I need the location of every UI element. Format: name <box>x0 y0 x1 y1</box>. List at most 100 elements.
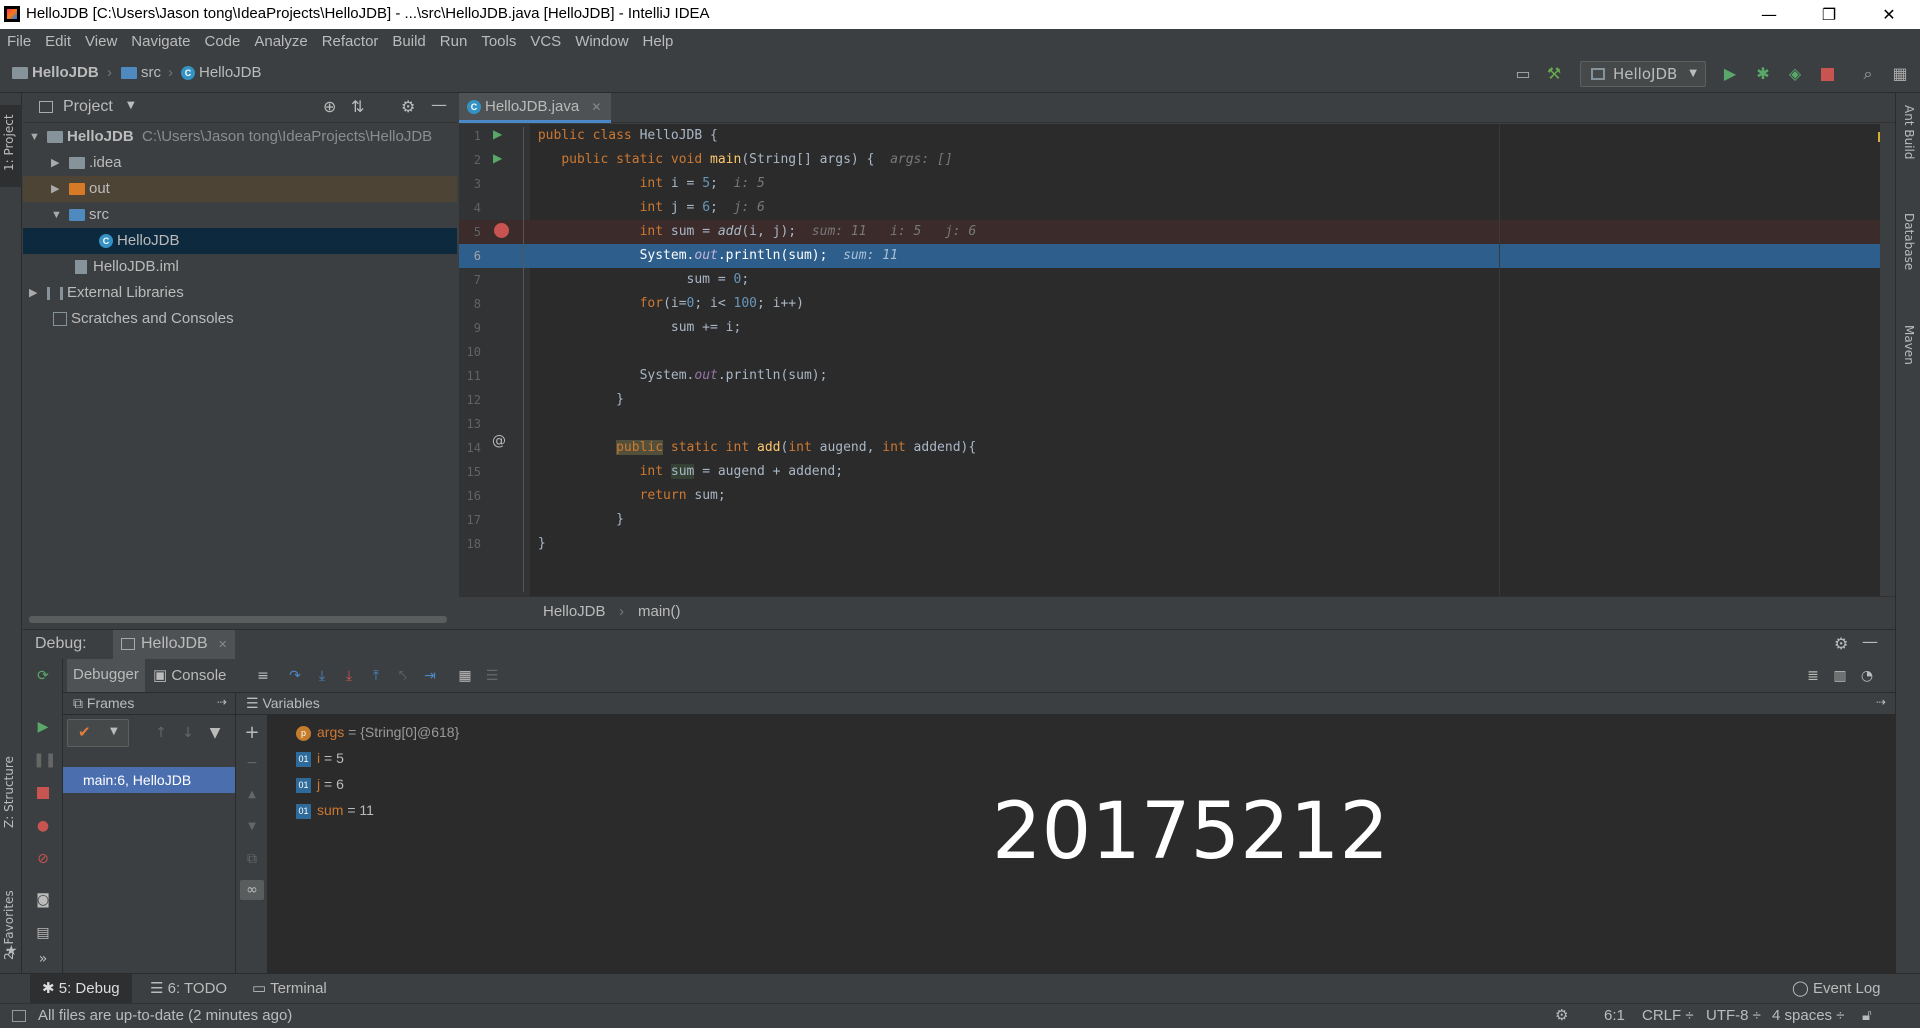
run-icon[interactable]: ▶ <box>1719 63 1741 85</box>
file-encoding[interactable]: UTF-8 ÷ <box>1706 1004 1761 1028</box>
pause-icon[interactable]: ❚❚ <box>33 750 56 770</box>
variable-j[interactable]: 01 j = 6 <box>296 771 344 797</box>
database-tool-tab[interactable]: Database <box>1902 213 1916 270</box>
minimize-button[interactable]: — <box>1746 0 1792 29</box>
hide-panel-icon[interactable]: — <box>1862 632 1878 651</box>
layout-icon[interactable]: ▥ <box>1830 666 1850 686</box>
lock-icon[interactable]: 🔓︎ <box>1862 1004 1872 1028</box>
drop-frame-icon[interactable]: ⤣ <box>393 666 413 686</box>
tree-item-iml[interactable]: HelloJDB.iml <box>23 254 457 280</box>
pin-icon[interactable]: ⇢ <box>1876 695 1886 709</box>
step-over-icon[interactable]: ↷ <box>285 666 305 686</box>
menu-window[interactable]: Window <box>568 29 635 55</box>
evaluate-expression-icon[interactable]: ▦ <box>455 666 475 686</box>
run-gutter-icon[interactable]: ▶ <box>493 151 502 165</box>
run-configuration-dropdown[interactable]: HelloJDB ▼ <box>1580 61 1706 87</box>
menu-help[interactable]: Help <box>636 29 681 55</box>
crumb-method[interactable]: main() <box>638 597 681 627</box>
variable-sum[interactable]: 01 sum = 11 <box>296 797 374 823</box>
code-editor[interactable]: public class HelloJDB { public static vo… <box>530 124 1880 596</box>
menu-run[interactable]: Run <box>433 29 475 55</box>
menu-tools[interactable]: Tools <box>474 29 523 55</box>
pin-icon[interactable]: ⇢ <box>217 695 227 709</box>
arrow-up-icon[interactable]: ↑ <box>151 723 171 743</box>
project-tool-tab[interactable]: 1: Project <box>2 114 16 171</box>
menu-vcs[interactable]: VCS <box>523 29 568 55</box>
analysis-status-icon[interactable] <box>1878 132 1880 142</box>
run-to-cursor-icon[interactable]: ⇥ <box>420 666 440 686</box>
editor-gutter[interactable]: 1 2 3 4 5 6 7 8 9 10 11 12 13 14 15 16 17 18 ▶ ▶ @ <box>459 124 530 596</box>
line-separator[interactable]: CRLF ÷ <box>1642 1004 1694 1028</box>
project-view-selector[interactable]: Project <box>63 98 113 116</box>
tree-item-out[interactable]: ▶ out <box>23 176 457 202</box>
move-down-icon[interactable]: ▼ <box>242 817 262 837</box>
gear-icon[interactable]: ⚙ <box>1834 634 1848 653</box>
camera-icon[interactable]: ◙ <box>33 890 53 910</box>
menu-view[interactable]: View <box>78 29 124 55</box>
force-step-into-icon[interactable]: ⤓ <box>339 666 359 686</box>
run-gutter-icon[interactable]: ▶ <box>493 127 502 141</box>
move-up-icon[interactable]: ▲ <box>242 785 262 805</box>
filter-icon[interactable]: ▼ <box>205 723 225 743</box>
tree-item-src[interactable]: ▼ src <box>23 202 457 228</box>
close-window-button[interactable]: ✕ <box>1866 0 1912 29</box>
tree-item-scratches[interactable]: Scratches and Consoles <box>23 306 457 332</box>
tree-item-project-root[interactable]: ▼ HelloJDB C:\Users\Jason tong\IdeaProje… <box>23 124 457 150</box>
stop-icon[interactable] <box>33 783 53 803</box>
menu-edit[interactable]: Edit <box>38 29 78 55</box>
gear-icon[interactable]: ⚙ <box>401 97 415 116</box>
variable-args[interactable]: p args = {String[0]@618} <box>296 719 459 745</box>
arrow-down-icon[interactable]: ↓ <box>178 723 198 743</box>
thread-selector[interactable]: ✔ ▼ <box>67 719 129 747</box>
toggle-tool-windows-icon[interactable] <box>12 1010 26 1022</box>
project-structure-icon[interactable]: ▦ <box>1889 63 1911 85</box>
search-icon[interactable]: ⌕ <box>1857 63 1879 85</box>
console-tab[interactable]: ▣ Console <box>153 666 226 684</box>
debugger-tab[interactable]: Debugger <box>67 659 145 692</box>
layout-settings-icon[interactable]: ▤ <box>33 923 53 943</box>
add-watch-icon[interactable]: + <box>242 723 262 743</box>
debug-tool-button[interactable]: ✱ 5: Debug <box>30 974 132 1003</box>
event-log-button[interactable]: ◯ Event Log <box>1792 979 1881 997</box>
tree-item-hellojdb-class[interactable]: C HelloJDB <box>23 228 457 254</box>
caret-position[interactable]: 6:1 <box>1604 1004 1625 1028</box>
menu-file[interactable]: File <box>0 29 38 55</box>
mute-breakpoints-icon[interactable]: ⊘ <box>33 849 53 869</box>
view-breakpoints-icon[interactable]: ● <box>33 816 53 836</box>
horizontal-scrollbar[interactable] <box>29 616 447 623</box>
debug-session-tab[interactable]: HelloJDB ✕ <box>113 630 236 659</box>
close-tab-icon[interactable]: ✕ <box>218 639 227 651</box>
coverage-icon[interactable]: ◈ <box>1784 63 1806 85</box>
editor-tab-hellojdb-java[interactable]: C HelloJDB.java ✕ <box>459 93 612 123</box>
restore-layout-icon[interactable]: ≣ <box>1803 666 1823 686</box>
menu-navigate[interactable]: Navigate <box>124 29 197 55</box>
close-tab-icon[interactable]: ✕ <box>591 100 601 114</box>
maven-tool-tab[interactable]: Maven <box>1902 325 1916 365</box>
locate-icon[interactable]: ⊕ <box>323 97 336 116</box>
show-execution-point-icon[interactable]: ≡ <box>253 666 273 686</box>
debug-bug-icon[interactable]: ✱ <box>1752 63 1774 85</box>
memory-icon[interactable]: ◔ <box>1857 666 1877 686</box>
remove-watch-icon[interactable]: − <box>242 753 262 773</box>
frame-item-main[interactable]: main:6, HelloJDB <box>63 767 235 793</box>
crumb-class[interactable]: HelloJDB <box>543 597 606 627</box>
stop-icon[interactable] <box>1816 63 1838 85</box>
menu-build[interactable]: Build <box>385 29 432 55</box>
step-out-icon[interactable]: ⤒ <box>366 666 386 686</box>
more-icon[interactable]: » <box>33 949 53 969</box>
indent-setting[interactable]: 4 spaces ÷ <box>1772 1004 1844 1028</box>
resume-icon[interactable]: ▶ <box>33 717 53 737</box>
trace-icon[interactable]: ☰ <box>482 666 502 686</box>
copy-icon[interactable]: ⧉ <box>242 849 262 869</box>
step-into-icon[interactable]: ⤓ <box>312 666 332 686</box>
breadcrumb-file[interactable]: C HelloJDB <box>181 64 262 81</box>
breakpoint-icon[interactable] <box>494 223 509 238</box>
implements-icon[interactable]: @ <box>492 433 506 449</box>
tree-item-external-libraries[interactable]: ▶ External Libraries <box>23 280 457 306</box>
restore-button[interactable]: ❐ <box>1806 0 1852 29</box>
hide-panel-icon[interactable]: — <box>431 95 447 114</box>
chevron-down-icon[interactable]: ▼ <box>127 100 135 111</box>
menu-code[interactable]: Code <box>197 29 247 55</box>
structure-tool-tab[interactable]: Z: Structure <box>2 756 16 828</box>
menu-analyze[interactable]: Analyze <box>247 29 314 55</box>
